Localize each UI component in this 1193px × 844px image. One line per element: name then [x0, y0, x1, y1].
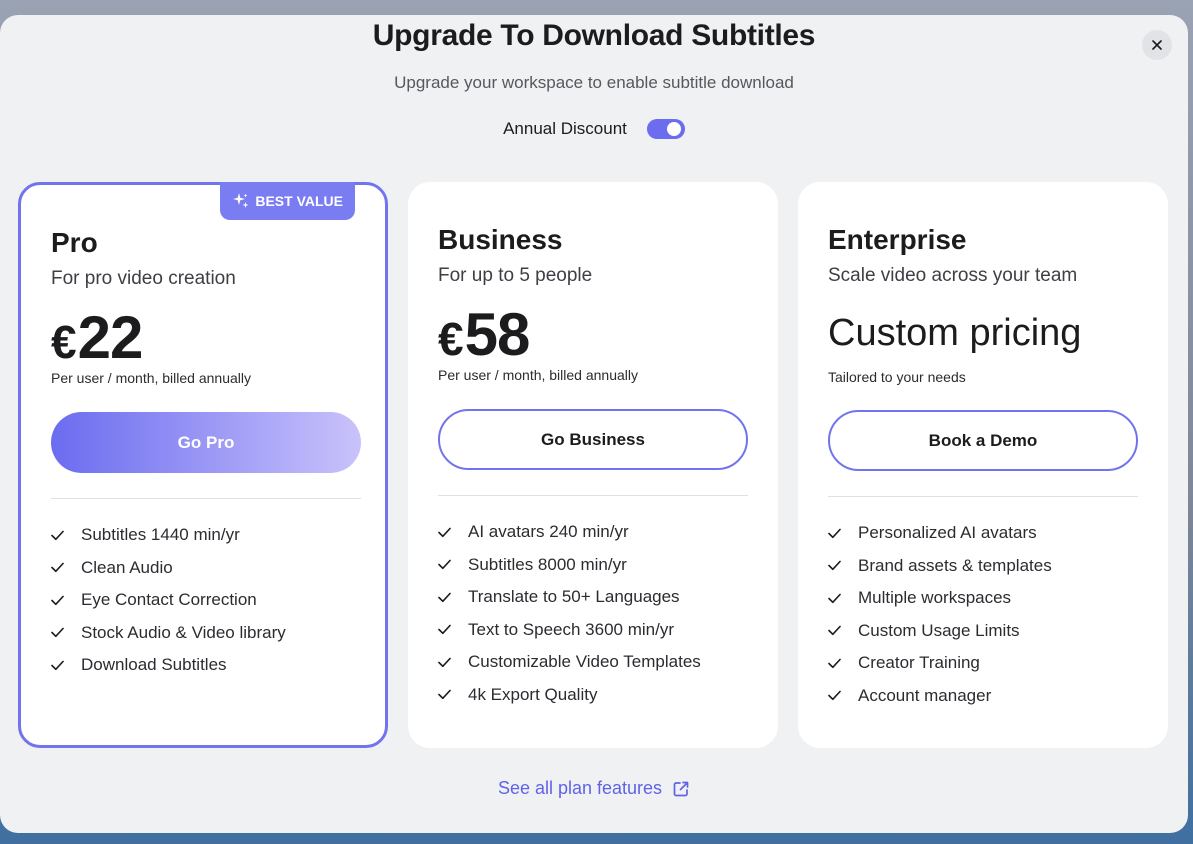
see-all-label: See all plan features [497, 778, 663, 798]
price-amount: 58 [464, 301, 531, 368]
external-link-icon [673, 781, 689, 796]
check-icon [438, 657, 468, 668]
plan-price: €58 [438, 300, 531, 369]
feature-list: Subtitles 1440 min/yr Clean Audio Eye Cont… [51, 519, 286, 682]
annual-discount-label: Annual Discount [503, 119, 627, 138]
annual-discount-toggle[interactable] [646, 119, 685, 139]
feature-text: Multiple workspaces [858, 588, 1012, 608]
plan-price: €22 [51, 303, 144, 372]
modal-title: Upgrade To Download Subtitles [372, 19, 816, 52]
price-amount: 22 [77, 304, 144, 371]
plan-name: Business [438, 224, 563, 255]
feature-item: Subtitles 8000 min/yr [438, 549, 701, 582]
feature-item: Creator Training [828, 647, 1052, 680]
check-icon [828, 690, 858, 701]
check-icon [438, 689, 468, 700]
plan-name: Pro [51, 227, 98, 258]
feature-item: Download Subtitles [51, 649, 286, 682]
feature-item: Personalized AI avatars [828, 517, 1052, 550]
check-icon [828, 593, 858, 604]
feature-text: Download Subtitles [81, 655, 227, 675]
feature-item: Customizable Video Templates [438, 646, 701, 679]
feature-list: Personalized AI avatars Brand assets & te… [828, 517, 1052, 712]
best-value-badge: BEST VALUE [220, 182, 355, 220]
go-business-button[interactable]: Go Business [438, 409, 748, 470]
feature-item: Stock Audio & Video library [51, 617, 286, 650]
billing-note: Tailored to your needs [828, 369, 966, 385]
check-icon [828, 625, 858, 636]
check-icon [51, 562, 81, 573]
plan-description: Scale video across your team [828, 265, 1078, 286]
feature-item: Text to Speech 3600 min/yr [438, 614, 701, 647]
check-icon [51, 627, 81, 638]
plan-card-pro: BEST VALUE Pro For pro video creation €2… [18, 182, 388, 748]
feature-text: Creator Training [858, 653, 980, 673]
divider [51, 498, 361, 499]
check-icon [828, 528, 858, 539]
plan-card-business: Business For up to 5 people €58 Per user… [408, 182, 778, 748]
check-icon [51, 530, 81, 541]
feature-item: Clean Audio [51, 552, 286, 585]
feature-item: 4k Export Quality [438, 679, 701, 712]
feature-item: Custom Usage Limits [828, 615, 1052, 648]
check-icon [51, 660, 81, 671]
feature-text: Subtitles 1440 min/yr [81, 525, 240, 545]
feature-text: Translate to 50+ Languages [468, 587, 680, 607]
go-pro-button[interactable]: Go Pro [51, 412, 361, 473]
check-icon [438, 527, 468, 538]
divider [828, 496, 1138, 497]
feature-text: Account manager [858, 685, 992, 705]
feature-text: Stock Audio & Video library [81, 622, 286, 642]
feature-item: Multiple workspaces [828, 582, 1052, 615]
book-demo-button[interactable]: Book a Demo [828, 410, 1138, 471]
feature-item: Eye Contact Correction [51, 584, 286, 617]
toggle-knob [666, 122, 681, 136]
sparkle-icon [233, 193, 249, 208]
feature-item: Subtitles 1440 min/yr [51, 519, 286, 552]
close-icon [1152, 40, 1162, 50]
feature-text: Brand assets & templates [858, 555, 1052, 575]
feature-text: Personalized AI avatars [858, 523, 1037, 543]
see-all-features-link[interactable]: See all plan features [0, 778, 1188, 799]
plan-card-enterprise: Enterprise Scale video across your team … [798, 182, 1168, 748]
plan-name: Enterprise [828, 224, 967, 255]
billing-note: Per user / month, billed annually [51, 370, 251, 386]
badge-label: BEST VALUE [255, 193, 343, 209]
feature-text: 4k Export Quality [468, 684, 598, 704]
feature-item: Translate to 50+ Languages [438, 581, 701, 614]
upgrade-modal: Upgrade To Download Subtitles Upgrade yo… [0, 15, 1188, 833]
plan-description: For up to 5 people [438, 265, 593, 286]
custom-pricing: Custom pricing [828, 312, 1082, 354]
feature-text: Custom Usage Limits [858, 620, 1020, 640]
check-icon [51, 595, 81, 606]
feature-text: Clean Audio [81, 557, 173, 577]
check-icon [828, 658, 858, 669]
feature-item: Brand assets & templates [828, 550, 1052, 583]
feature-text: Customizable Video Templates [468, 652, 701, 672]
annual-discount-row: Annual Discount [0, 119, 1188, 139]
feature-text: AI avatars 240 min/yr [468, 522, 629, 542]
check-icon [438, 592, 468, 603]
divider [438, 495, 748, 496]
check-icon [438, 559, 468, 570]
feature-text: Text to Speech 3600 min/yr [468, 619, 675, 639]
plan-description: For pro video creation [51, 268, 236, 289]
feature-item: Account manager [828, 680, 1052, 713]
feature-text: Subtitles 8000 min/yr [468, 554, 627, 574]
currency-symbol: € [438, 313, 464, 365]
feature-list: AI avatars 240 min/yr Subtitles 8000 min/… [438, 516, 701, 711]
currency-symbol: € [51, 316, 77, 368]
close-button[interactable] [1142, 30, 1172, 60]
check-icon [828, 560, 858, 571]
check-icon [438, 624, 468, 635]
feature-text: Eye Contact Correction [81, 590, 257, 610]
billing-note: Per user / month, billed annually [438, 367, 638, 383]
feature-item: AI avatars 240 min/yr [438, 516, 701, 549]
modal-subtitle: Upgrade your workspace to enable subtitl… [394, 73, 794, 92]
